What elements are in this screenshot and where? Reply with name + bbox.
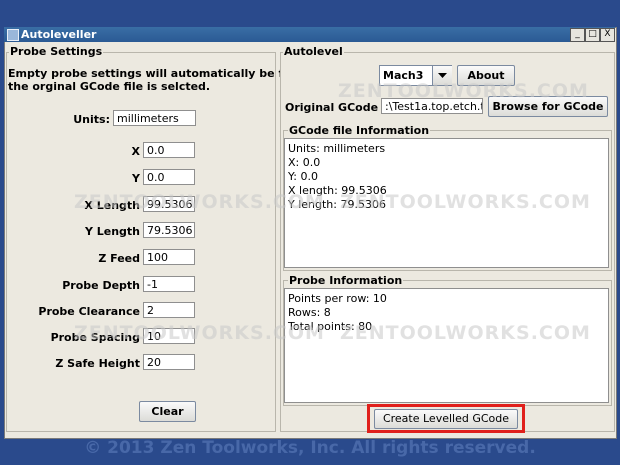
probe-info-line: Points per row: 10	[288, 292, 387, 305]
field-label: Probe Clearance	[38, 305, 140, 318]
probe-settings-panel	[6, 52, 276, 432]
clear-button[interactable]: Clear	[139, 401, 196, 422]
units-label: Units:	[73, 113, 110, 126]
probe-info-box: Points per row: 10 Rows: 8 Total points: 8…	[284, 288, 609, 403]
window-title: Autoleveller	[21, 28, 97, 41]
gcode-info-line: Y: 0.0	[288, 170, 318, 183]
app-icon	[7, 29, 19, 41]
autolevel-title: Autolevel	[283, 45, 344, 58]
probe-note-line2: the orginal GCode file is selcted.	[8, 80, 211, 93]
gcode-info-title: GCode file Information	[288, 124, 431, 137]
minimize-button[interactable]: _	[570, 28, 585, 42]
watermark: ZENTOOLWORKS.COM	[338, 80, 589, 102]
close-button[interactable]: X	[600, 28, 615, 42]
field-input[interactable]: 0.0	[143, 142, 195, 158]
field-input[interactable]: 2	[143, 302, 195, 318]
probe-info-title: Probe Information	[288, 274, 404, 287]
copyright-notice: © 2013 Zen Toolworks, Inc. All rights re…	[84, 438, 536, 458]
title-bar[interactable]: Autoleveller _ □ X	[4, 27, 615, 42]
field-label: Z Feed	[98, 252, 140, 265]
field-input[interactable]: -1	[143, 276, 195, 292]
maximize-button[interactable]: □	[585, 28, 600, 42]
field-label: Z Safe Height	[55, 357, 140, 370]
create-levelled-gcode-button[interactable]: Create Levelled GCode	[374, 409, 518, 429]
watermark: ZENTOOLWORKS.COM	[340, 191, 591, 213]
gcode-info-line: X: 0.0	[288, 156, 321, 169]
field-input[interactable]: 79.5306	[143, 222, 195, 238]
field-input[interactable]: 20	[143, 354, 195, 370]
probe-info-line: Rows: 8	[288, 306, 331, 319]
watermark: ZENTOOLWORKS.COM	[74, 322, 325, 344]
watermark: ZENTOOLWORKS.COM	[74, 191, 325, 213]
field-label: X	[131, 145, 140, 158]
field-label: Probe Depth	[62, 279, 140, 292]
gcode-info-line: Units: millimeters	[288, 142, 386, 155]
watermark: ZENTOOLWORKS.COM	[340, 322, 591, 344]
field-label: Y Length	[84, 225, 140, 238]
field-input[interactable]: 100	[143, 249, 195, 265]
units-field[interactable]: millimeters	[113, 110, 196, 126]
probe-settings-title: Probe Settings	[9, 45, 104, 58]
field-input[interactable]: 0.0	[143, 169, 195, 185]
field-label: Y	[132, 172, 140, 185]
